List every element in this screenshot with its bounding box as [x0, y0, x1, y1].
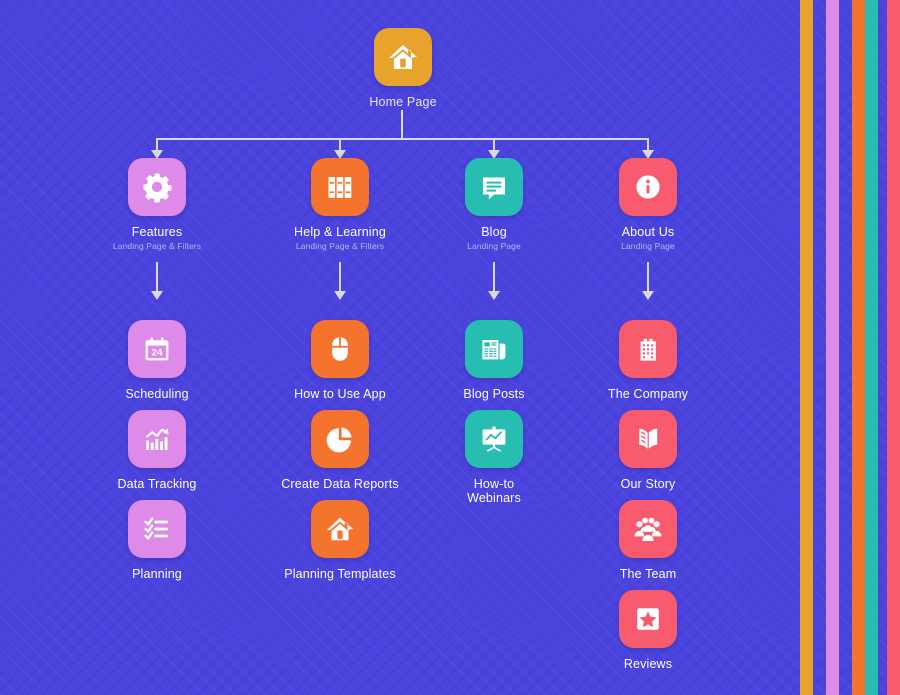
node-subtitle: Landing Page & Filters: [295, 241, 385, 251]
building-icon: [632, 333, 664, 365]
house-icon: [387, 41, 419, 73]
node-features[interactable]: Features Landing Page & Filters: [97, 158, 217, 252]
arrow-about-children: [642, 291, 654, 300]
node-blog[interactable]: Blog Landing Page: [434, 158, 554, 252]
node-the-company[interactable]: The Company: [588, 320, 708, 401]
node-title: Blog: [481, 225, 507, 239]
connector-blog-children: [493, 262, 495, 293]
node-title: Blog Posts: [463, 387, 525, 401]
scheduling-tile[interactable]: 24: [128, 320, 186, 378]
node-home-page[interactable]: Home Page: [343, 28, 463, 109]
node-subtitle: Landing Page & Filters: [112, 241, 202, 251]
node-the-team[interactable]: The Team: [588, 500, 708, 581]
calendar-24-icon: 24: [141, 333, 173, 365]
sitemap-canvas: Home Page Features Landing Page & Filter…: [0, 0, 900, 695]
help-learning-tile[interactable]: [311, 158, 369, 216]
node-title: Data Tracking: [117, 477, 197, 491]
bar-chart-icon: [141, 423, 173, 455]
blog-tile[interactable]: [465, 158, 523, 216]
connector-about-children: [647, 262, 649, 293]
node-reviews[interactable]: Reviews: [588, 590, 708, 671]
node-how-to-webinars[interactable]: How-to Webinars: [434, 410, 554, 505]
planning-tile[interactable]: [128, 500, 186, 558]
about-us-tile[interactable]: [619, 158, 677, 216]
create-data-reports-tile[interactable]: [311, 410, 369, 468]
node-title: Reviews: [623, 657, 673, 671]
features-tile[interactable]: [128, 158, 186, 216]
open-book-icon: [632, 423, 664, 455]
presentation-icon: [478, 423, 510, 455]
star-icon: [632, 603, 664, 635]
how-to-webinars-tile[interactable]: [465, 410, 523, 468]
node-title: About Us: [621, 225, 675, 239]
connector-horizontal-bus: [157, 138, 649, 140]
node-title: How to Use App: [294, 387, 386, 401]
node-scheduling[interactable]: 24 Scheduling: [97, 320, 217, 401]
node-title: Planning: [132, 567, 182, 581]
node-blog-posts[interactable]: Blog Posts: [434, 320, 554, 401]
reviews-tile[interactable]: [619, 590, 677, 648]
node-title: Features: [131, 225, 183, 239]
the-team-tile[interactable]: [619, 500, 677, 558]
arrow-help-children: [334, 291, 346, 300]
node-subtitle: Landing Page: [467, 241, 521, 251]
connector-help-children: [339, 262, 341, 293]
books-icon: [324, 171, 356, 203]
node-planning-templates[interactable]: Planning Templates: [280, 500, 400, 581]
node-title: Planning Templates: [284, 567, 396, 581]
edge-stripes: [800, 0, 900, 695]
node-title: The Team: [619, 567, 677, 581]
info-circle-icon: [632, 171, 664, 203]
node-about-us[interactable]: About Us Landing Page: [588, 158, 708, 252]
arrow-blog-children: [488, 291, 500, 300]
node-data-tracking[interactable]: Data Tracking: [97, 410, 217, 491]
arrow-features-children: [151, 291, 163, 300]
edge-stripe-violet: [826, 0, 839, 695]
speech-bubble-icon: [478, 171, 510, 203]
connector-features-children: [156, 262, 158, 293]
node-create-data-reports[interactable]: Create Data Reports: [280, 410, 400, 491]
edge-stripe-red: [887, 0, 900, 695]
svg-text:24: 24: [152, 348, 163, 359]
node-title: Help & Learning: [294, 225, 386, 239]
node-title: The Company: [607, 387, 689, 401]
the-company-tile[interactable]: [619, 320, 677, 378]
how-to-use-app-tile[interactable]: [311, 320, 369, 378]
node-title: Scheduling: [125, 387, 189, 401]
pie-chart-icon: [324, 423, 356, 455]
our-story-tile[interactable]: [619, 410, 677, 468]
house-icon: [325, 514, 355, 544]
edge-stripe-amber: [800, 0, 813, 695]
people-icon: [632, 513, 664, 545]
node-title: How-to Webinars: [467, 477, 521, 505]
planning-templates-tile[interactable]: [311, 500, 369, 558]
node-title: Create Data Reports: [281, 477, 399, 491]
data-tracking-tile[interactable]: [128, 410, 186, 468]
blog-posts-tile[interactable]: [465, 320, 523, 378]
mouse-icon: [324, 333, 356, 365]
newspaper-icon: [478, 333, 510, 365]
node-help-learning[interactable]: Help & Learning Landing Page & Filters: [280, 158, 400, 252]
node-title: Our Story: [620, 477, 676, 491]
node-how-to-use-app[interactable]: How to Use App: [280, 320, 400, 401]
node-our-story[interactable]: Our Story: [588, 410, 708, 491]
node-subtitle: Landing Page: [621, 241, 675, 251]
edge-stripe-teal: [865, 0, 878, 695]
connector-root-stem: [401, 110, 403, 139]
edge-stripe-orange: [852, 0, 865, 695]
node-title: Home Page: [369, 95, 437, 109]
node-planning[interactable]: Planning: [97, 500, 217, 581]
gear-icon: [141, 171, 173, 203]
checklist-icon: [141, 513, 173, 545]
home-page-tile[interactable]: [374, 28, 432, 86]
